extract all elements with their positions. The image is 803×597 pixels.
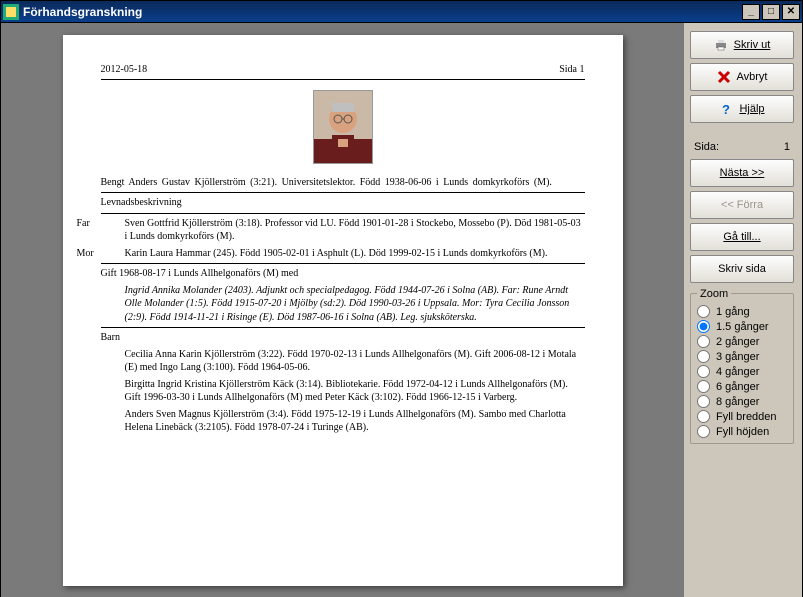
goto-button[interactable]: Gå till... xyxy=(690,223,794,251)
window-body: 2012-05-18 Sida 1 xyxy=(1,23,802,597)
person-headline: Bengt Anders Gustav Kjöllerström (3:21).… xyxy=(101,176,585,190)
zoom-radio[interactable] xyxy=(697,425,710,438)
mother-row: MorKarin Laura Hammar (245). Född 1905-0… xyxy=(101,247,585,261)
child-row: Birgitta Ingrid Kristina Kjöllerström Kä… xyxy=(101,378,585,405)
zoom-option[interactable]: 4 gånger xyxy=(697,364,787,379)
zoom-option-label: 3 gånger xyxy=(716,351,759,363)
zoom-option[interactable]: 1 gång xyxy=(697,304,787,319)
prev-button[interactable]: << Förra xyxy=(690,191,794,219)
printer-icon xyxy=(714,38,728,52)
mother-label: Mor xyxy=(101,247,125,261)
print-page-label: Skriv sida xyxy=(718,263,766,275)
window-controls: _ □ ✕ xyxy=(742,4,800,20)
zoom-group: Zoom 1 gång1.5 gånger2 gånger3 gånger4 g… xyxy=(690,293,794,444)
cancel-button[interactable]: Avbryt xyxy=(690,63,794,91)
zoom-radio[interactable] xyxy=(697,335,710,348)
divider xyxy=(101,327,585,328)
zoom-option-label: 2 gånger xyxy=(716,336,759,348)
zoom-options: 1 gång 1.5 gånger 2 gånger 3 gånger 4 gånger… xyxy=(697,304,787,439)
zoom-option-label: 4 gånger xyxy=(716,366,759,378)
window-title: Förhandsgranskning xyxy=(23,5,742,19)
page-header: 2012-05-18 Sida 1 xyxy=(101,63,585,80)
biography-label: Levnadsbeskrivning xyxy=(101,196,585,210)
preview-window: Förhandsgranskning _ □ ✕ 2012-05-18 Sida… xyxy=(0,0,803,597)
page-number-label: Sida 1 xyxy=(559,63,584,77)
divider xyxy=(101,263,585,264)
spouse-text: Ingrid Annika Molander (2403). Adjunkt o… xyxy=(101,284,585,325)
zoom-radio[interactable] xyxy=(697,305,710,318)
print-button[interactable]: Skriv ut xyxy=(690,31,794,59)
print-page-button[interactable]: Skriv sida xyxy=(690,255,794,283)
father-label: Far xyxy=(101,217,125,231)
maximize-button[interactable]: □ xyxy=(762,4,780,20)
page-indicator: Sida: 1 xyxy=(690,137,794,155)
app-icon xyxy=(3,4,19,20)
divider xyxy=(101,213,585,214)
zoom-radio[interactable] xyxy=(697,365,710,378)
zoom-option-label: Fyll höjden xyxy=(716,426,769,438)
minimize-button[interactable]: _ xyxy=(742,4,760,20)
portrait-photo xyxy=(313,90,373,164)
svg-text:?: ? xyxy=(722,102,730,116)
divider xyxy=(101,192,585,193)
child-row: Cecilia Anna Karin Kjöllerström (3:22). … xyxy=(101,348,585,375)
mother-text: Karin Laura Hammar (245). Född 1905-02-0… xyxy=(125,248,548,259)
zoom-option-label: 6 gånger xyxy=(716,381,759,393)
goto-label: Gå till... xyxy=(723,231,760,243)
zoom-option-label: 1.5 gånger xyxy=(716,321,769,333)
child3-text: Anders Sven Magnus Kjöllerström (3:4). F… xyxy=(125,409,566,434)
zoom-option[interactable]: Fyll höjden xyxy=(697,424,787,439)
portrait-container xyxy=(101,90,585,164)
page-date: 2012-05-18 xyxy=(101,63,148,77)
cancel-icon xyxy=(717,70,731,84)
child2-text: Birgitta Ingrid Kristina Kjöllerström Kä… xyxy=(125,379,568,404)
preview-page: 2012-05-18 Sida 1 xyxy=(63,35,623,586)
married-line: Gift 1968-08-17 i Lunds Allhelgonaförs (… xyxy=(101,267,585,281)
child-row: Anders Sven Magnus Kjöllerström (3:4). F… xyxy=(101,408,585,435)
cancel-label: Avbryt xyxy=(737,71,768,83)
title-bar: Förhandsgranskning _ □ ✕ xyxy=(1,1,802,23)
zoom-option[interactable]: 1.5 gånger xyxy=(697,319,787,334)
help-icon: ? xyxy=(719,102,733,116)
close-button[interactable]: ✕ xyxy=(782,4,800,20)
father-row: FarSven Gottfrid Kjöllerström (3:18). Pr… xyxy=(101,217,585,244)
prev-label: << Förra xyxy=(721,199,763,211)
zoom-radio[interactable] xyxy=(697,395,710,408)
sidebar: Skriv ut Avbryt ? Hjälp Sida: 1 Nästa >>… xyxy=(684,23,802,597)
zoom-radio[interactable] xyxy=(697,320,710,333)
next-label: Nästa >> xyxy=(720,167,765,179)
zoom-option-label: 1 gång xyxy=(716,306,750,318)
child1-text: Cecilia Anna Karin Kjöllerström (3:22). … xyxy=(125,349,577,374)
zoom-option-label: 8 gånger xyxy=(716,396,759,408)
zoom-option[interactable]: Fyll bredden xyxy=(697,409,787,424)
children-label: Barn xyxy=(101,331,585,345)
zoom-option[interactable]: 2 gånger xyxy=(697,334,787,349)
zoom-radio[interactable] xyxy=(697,410,710,423)
page-label: Sida: xyxy=(694,141,719,153)
zoom-legend: Zoom xyxy=(697,288,731,300)
zoom-radio[interactable] xyxy=(697,350,710,363)
help-label: Hjälp xyxy=(739,103,764,115)
print-label: Skriv ut xyxy=(734,39,771,51)
zoom-option[interactable]: 6 gånger xyxy=(697,379,787,394)
preview-area[interactable]: 2012-05-18 Sida 1 xyxy=(1,23,684,597)
father-text: Sven Gottfrid Kjöllerström (3:18). Profe… xyxy=(125,218,581,243)
zoom-radio[interactable] xyxy=(697,380,710,393)
help-button[interactable]: ? Hjälp xyxy=(690,95,794,123)
page-value: 1 xyxy=(784,141,790,153)
next-button[interactable]: Nästa >> xyxy=(690,159,794,187)
zoom-option-label: Fyll bredden xyxy=(716,411,777,423)
zoom-option[interactable]: 3 gånger xyxy=(697,349,787,364)
zoom-option[interactable]: 8 gånger xyxy=(697,394,787,409)
